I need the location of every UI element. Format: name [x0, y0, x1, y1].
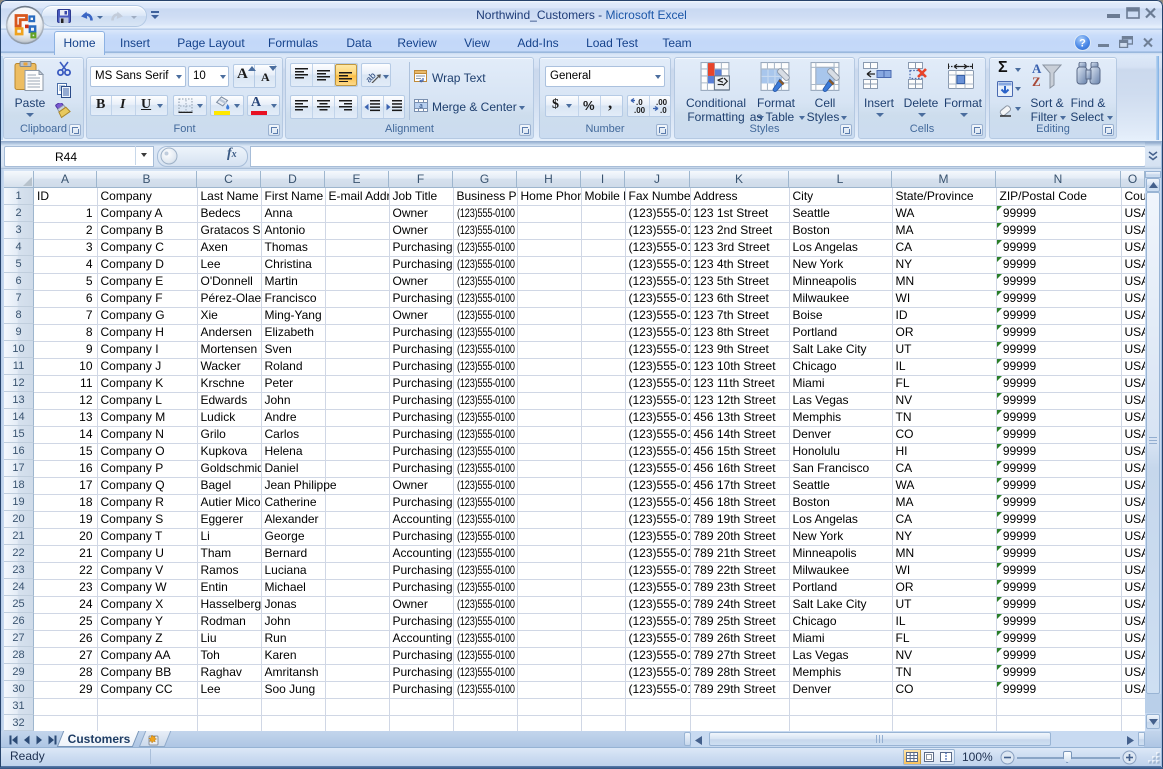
svg-text:Z: Z	[1032, 74, 1041, 89]
svg-text:.00: .00	[634, 106, 646, 114]
svg-text:.0: .0	[660, 106, 667, 114]
svg-text:a: a	[419, 101, 423, 110]
svg-text:?: ?	[1079, 38, 1086, 50]
svg-text:ab: ab	[364, 70, 378, 83]
